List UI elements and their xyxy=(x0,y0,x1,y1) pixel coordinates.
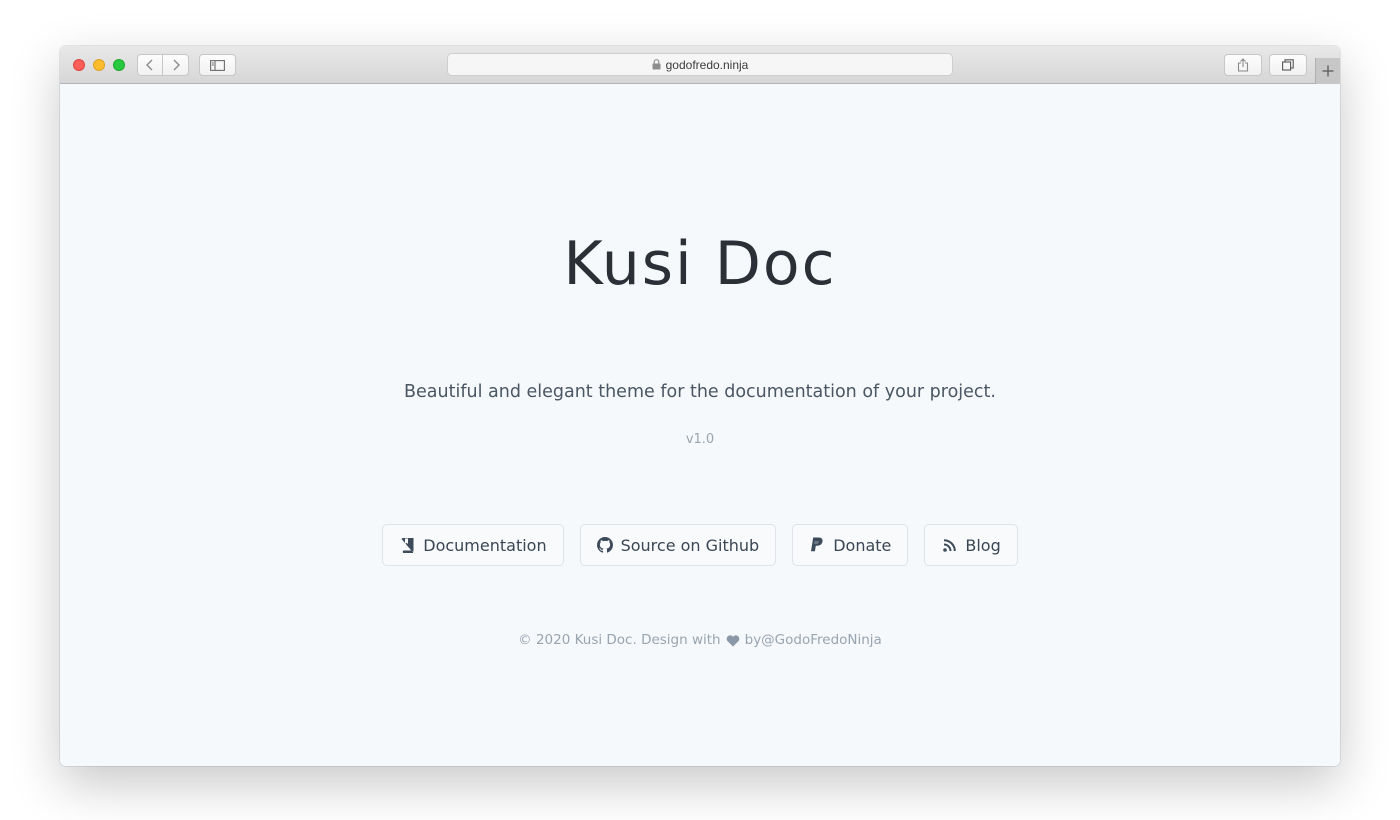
chevron-left-icon xyxy=(146,59,153,71)
share-button[interactable] xyxy=(1224,54,1262,76)
lock-icon xyxy=(652,59,661,70)
action-buttons: Documentation Source on Github Donate Bl… xyxy=(60,524,1340,566)
plus-icon xyxy=(1322,65,1334,77)
browser-window: godofredo.ninja Kusi Doc Beautiful and e… xyxy=(60,46,1340,766)
tabs-overview-icon xyxy=(1282,59,1294,71)
address-bar[interactable]: godofredo.ninja xyxy=(447,53,953,76)
footer-author-link[interactable]: by@GodoFredoNinja xyxy=(745,632,882,648)
browser-toolbar: godofredo.ninja xyxy=(60,46,1340,84)
blog-label: Blog xyxy=(965,535,1001,555)
heart-icon xyxy=(726,634,739,646)
page-footer: © 2020 Kusi Doc. Design with by@GodoFred… xyxy=(60,632,1340,648)
footer-copyright: © 2020 Kusi Doc. Design with xyxy=(518,632,721,648)
paypal-icon xyxy=(809,537,825,553)
sidebar-toggle-button[interactable] xyxy=(199,54,236,76)
version-label: v1.0 xyxy=(685,432,715,447)
close-window-button[interactable] xyxy=(73,59,85,71)
new-tab-button[interactable] xyxy=(1315,58,1340,84)
page-subtitle: Beautiful and elegant theme for the docu… xyxy=(404,382,996,402)
minimize-window-button[interactable] xyxy=(93,59,105,71)
show-tabs-button[interactable] xyxy=(1269,54,1307,76)
url-text: godofredo.ninja xyxy=(665,57,749,72)
documentation-label: Documentation xyxy=(423,535,547,555)
github-icon xyxy=(596,537,613,553)
donate-button[interactable]: Donate xyxy=(792,524,909,566)
book-icon xyxy=(399,537,415,553)
rss-icon xyxy=(941,537,957,553)
github-label: Source on Github xyxy=(620,535,760,555)
page-content: Kusi Doc Beautiful and elegant theme for… xyxy=(60,84,1340,766)
donate-label: Donate xyxy=(833,535,892,555)
chevron-right-icon xyxy=(173,59,180,71)
github-button[interactable]: Source on Github xyxy=(579,524,777,566)
documentation-button[interactable]: Documentation xyxy=(382,524,564,566)
page-title: Kusi Doc xyxy=(563,229,837,299)
sidebar-icon xyxy=(210,59,225,71)
share-icon xyxy=(1237,58,1249,72)
forward-button[interactable] xyxy=(162,54,189,76)
back-button[interactable] xyxy=(137,54,163,76)
fullscreen-window-button[interactable] xyxy=(113,59,125,71)
blog-button[interactable]: Blog xyxy=(924,524,1018,566)
